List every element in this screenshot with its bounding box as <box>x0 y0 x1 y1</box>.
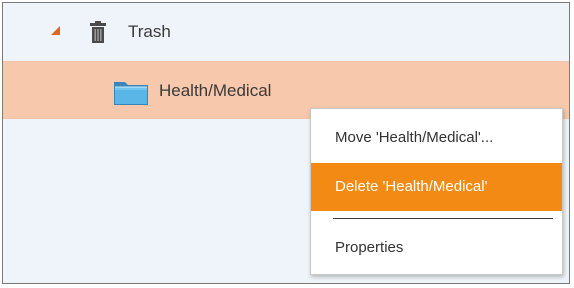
tree-item-label: Trash <box>128 22 171 41</box>
menu-item-properties[interactable]: Properties <box>311 224 562 272</box>
tree-item-label: Health/Medical <box>159 81 272 100</box>
folder-icon <box>113 78 149 106</box>
trash-icon <box>89 21 107 43</box>
menu-item-delete[interactable]: Delete 'Health/Medical' <box>311 163 562 211</box>
menu-item-move[interactable]: Move 'Health/Medical'... <box>311 114 562 162</box>
context-menu: Move 'Health/Medical'... Delete 'Health/… <box>310 108 563 275</box>
tree-item-trash[interactable]: Trash <box>3 3 569 59</box>
menu-separator <box>333 218 553 219</box>
expanded-arrow-icon[interactable] <box>51 26 60 35</box>
folder-tree-panel: Trash Health/Medical Move 'Health/Medica… <box>2 2 570 284</box>
